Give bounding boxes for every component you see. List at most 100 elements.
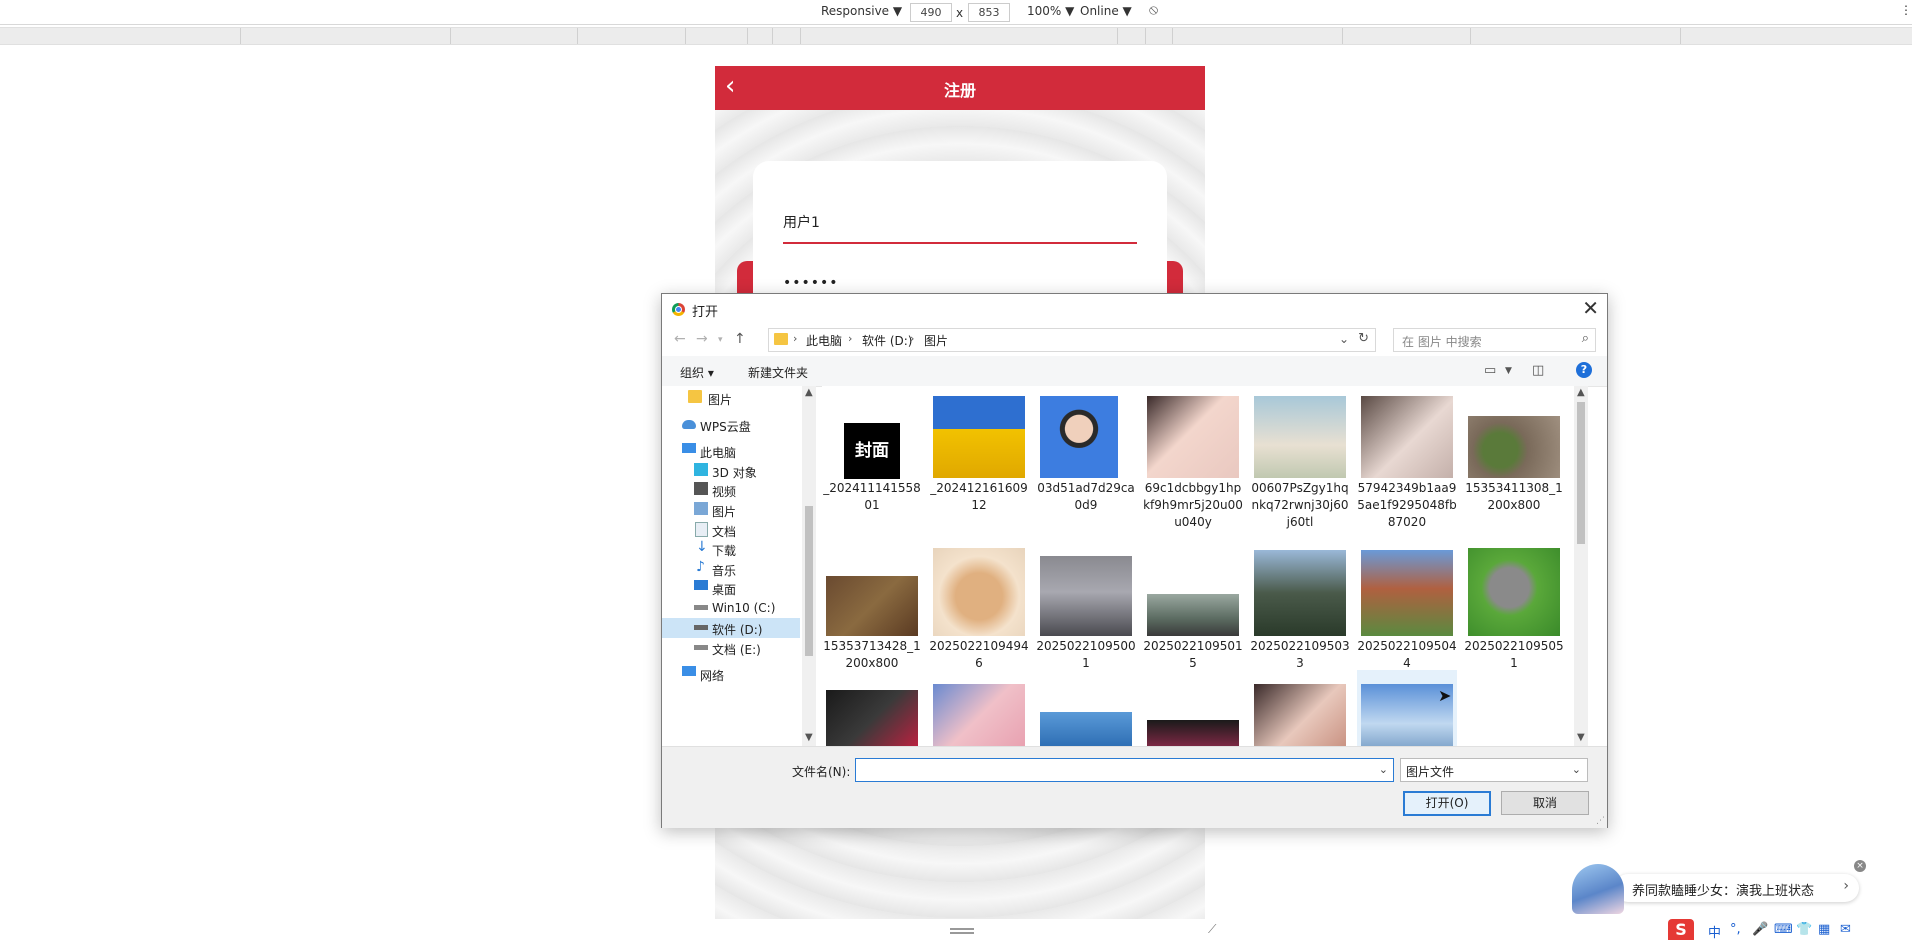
address-bar[interactable]: › 此电脑 › 软件 (D:) › 图片 ⌄ ↻ [768,328,1376,352]
file-item[interactable]: 20250221095051 [1464,546,1564,670]
preview-pane-icon[interactable]: ◫ [1532,363,1544,378]
sogou-logo-icon[interactable]: S [1668,919,1694,940]
resize-grip-icon[interactable]: ⋰ [1596,816,1605,826]
nav-item-videos[interactable]: 视频 [694,480,816,500]
nav-item-documents[interactable]: 文档 [694,520,816,540]
file-item[interactable]: 20250221095044 [1357,546,1457,670]
file-item[interactable]: 57942349b1aa95ae1f9295048fb87020 [1357,386,1457,529]
open-button[interactable]: 打开(O) [1403,791,1491,816]
media-query-bar[interactable] [0,27,1912,45]
file-item[interactable]: 00607PsZgy1hqnkq72rwnj30j60j60tl [1250,386,1350,529]
scroll-up-icon[interactable]: ▲ [1577,387,1585,398]
recent-locations-icon[interactable]: ▾ [718,335,723,345]
close-icon[interactable]: ✕ [1582,296,1599,320]
viewport-height-input[interactable]: 853 [968,3,1010,22]
nav-item-pictures[interactable]: 图片 [694,500,816,520]
search-icon: ⌕ [1581,331,1589,346]
password-input[interactable]: •••••• [783,275,1137,291]
username-input[interactable]: 用户1 [783,212,1137,232]
keyboard-icon[interactable]: ⌨ [1774,922,1793,937]
file-item[interactable] [1143,670,1243,746]
file-item[interactable] [1036,670,1136,746]
ime-chinese-mode[interactable]: 中 [1708,922,1721,941]
nav-scrollbar[interactable]: ▲ ▼ [802,386,816,746]
nav-item-this-pc[interactable]: 此电脑 [682,441,816,461]
filetype-select[interactable]: 图片文件 ⌄ [1400,758,1588,782]
files-scrollbar[interactable]: ▲ ▼ [1574,386,1588,746]
nav-item-drive-c[interactable]: Win10 (C:) [694,598,816,618]
new-folder-button[interactable]: 新建文件夹 [748,364,808,381]
viewport-width-input[interactable]: 490 [910,3,952,22]
dialog-footer: 文件名(N): ⌄ 图片文件 ⌄ 打开(O) 取消 ⋰ [662,746,1607,828]
nav-item-3d-objects[interactable]: 3D 对象 [694,461,816,481]
nav-item-wps-cloud[interactable]: WPS云盘 [682,415,816,435]
scroll-down-icon[interactable]: ▼ [805,732,813,743]
file-item[interactable]: 03d51ad7d29ca0d9 [1036,386,1136,516]
network-throttle-select[interactable]: Online ▼ [1080,4,1132,18]
file-item[interactable] [1250,670,1350,746]
organize-button[interactable]: 组织 ▾ [680,364,714,381]
file-open-dialog: 打开 ✕ ← → ▾ ↑ › 此电脑 › 软件 (D:) › 图片 ⌄ ↻ 在 … [661,293,1608,828]
file-thumbnail [1361,550,1453,636]
file-item[interactable]: 20250221095001 [1036,546,1136,670]
scroll-up-icon[interactable]: ▲ [805,387,813,398]
breadcrumb-this-pc[interactable]: 此电脑 [806,332,842,349]
rotate-icon[interactable]: ⦸ [1149,2,1158,18]
file-item[interactable]: 20250221094946 [929,546,1029,670]
page-title: 注册 [943,81,976,100]
chevron-down-icon[interactable]: ⌄ [1339,332,1349,346]
microphone-icon[interactable]: 🎤 [1752,922,1768,937]
back-arrow-icon[interactable]: ← [674,331,686,347]
nav-item-downloads[interactable]: ↓ 下载 [694,539,816,559]
search-placeholder: 在 图片 中搜索 [1402,335,1482,349]
file-thumbnail [1147,594,1239,636]
chevron-right-icon[interactable]: › [1843,878,1849,894]
breadcrumb-pictures[interactable]: 图片 [924,332,948,349]
refresh-icon[interactable]: ↻ [1358,331,1369,346]
zoom-select[interactable]: 100% ▼ [1027,4,1074,18]
device-resize-handle[interactable] [950,928,974,930]
drive-icon [694,625,708,630]
file-item[interactable]: 封面 _20241114155801 [822,386,922,516]
ad-banner[interactable]: 养同款瞌睡少女：演我上班状态 › [1614,874,1859,902]
chevron-down-icon[interactable]: ▼ [1505,366,1512,376]
nav-item-drive-e[interactable]: 文档 (E:) [694,638,816,658]
close-icon[interactable]: × [1854,860,1866,872]
nav-item-pictures-pinned[interactable]: 图片 [688,388,816,408]
more-options-icon[interactable]: ⋮ [1900,3,1912,17]
nav-scroll-thumb[interactable] [805,506,813,656]
file-item[interactable]: _20241216160912 [929,386,1029,516]
toolbox-icon[interactable]: ▦ [1818,922,1830,937]
file-item[interactable]: 20250221095015 [1143,546,1243,670]
skin-icon[interactable]: 👕 [1796,922,1812,937]
forward-arrow-icon[interactable]: → [696,331,708,347]
file-item-hovered[interactable] [1357,670,1457,746]
file-item[interactable] [822,670,922,746]
files-scroll-thumb[interactable] [1577,402,1585,544]
resize-corner-icon[interactable]: ⟋ [1208,922,1216,937]
nav-item-desktop[interactable]: 桌面 [694,578,816,598]
breadcrumb-drive-d[interactable]: 软件 (D:) [862,332,912,349]
search-input[interactable]: 在 图片 中搜索 ⌕ [1393,328,1596,352]
view-options-icon[interactable]: ▭ [1484,363,1496,378]
ad-popup[interactable]: 养同款瞌睡少女：演我上班状态 › × [1572,860,1866,914]
dialog-toolbar: 组织 ▾ 新建文件夹 ▭ ▼ ◫ ? [662,356,1607,387]
file-item[interactable]: 20250221095033 [1250,546,1350,670]
cancel-button[interactable]: 取消 [1501,791,1589,815]
scroll-down-icon[interactable]: ▼ [1577,732,1585,743]
ime-punctuation-icon[interactable]: °, [1730,922,1741,937]
file-item[interactable]: 15353713428_1200x800 [822,546,922,670]
mail-icon[interactable]: ✉ [1840,922,1851,937]
nav-item-music[interactable]: ♪ 音乐 [694,559,816,579]
chevron-down-icon[interactable]: ⌄ [1379,763,1388,776]
file-item[interactable]: 69c1dcbbgy1hpkf9h9mr5j20u00u040y [1143,386,1243,529]
up-arrow-icon[interactable]: ↑ [734,331,746,347]
file-item[interactable]: 15353411308_1200x800 [1464,386,1564,516]
nav-item-drive-d[interactable]: 软件 (D:) [662,618,800,638]
filename-input[interactable]: ⌄ [855,758,1394,782]
help-icon[interactable]: ? [1576,362,1592,378]
file-item[interactable] [929,670,1029,746]
device-mode-select[interactable]: Responsive ▼ [821,4,902,18]
file-thumbnail [1468,548,1560,636]
nav-item-network[interactable]: 网络 [682,664,816,684]
